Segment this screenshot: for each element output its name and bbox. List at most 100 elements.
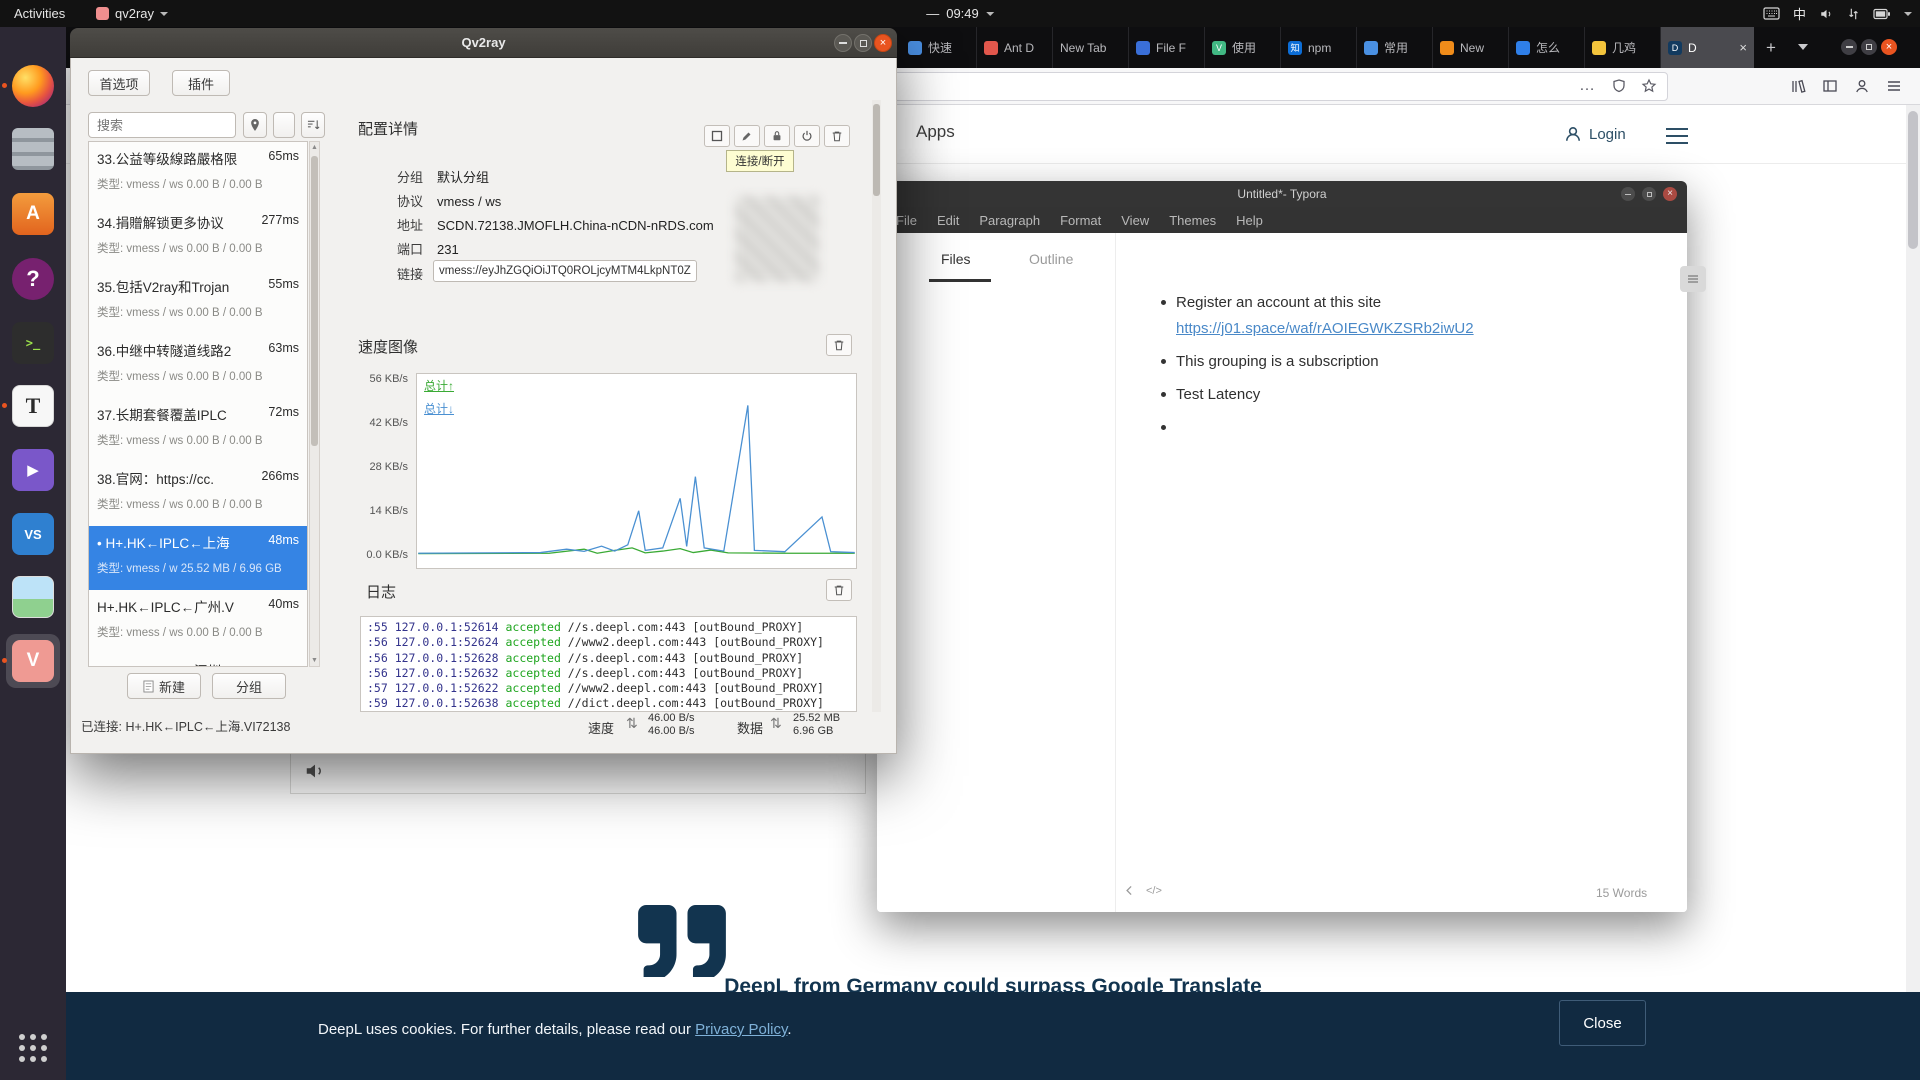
log-output[interactable]: :55 127.0.0.1:52614 accepted //s.deepl.c… <box>360 616 857 712</box>
browser-tab[interactable]: New <box>1433 27 1509 68</box>
dock-item-send-app[interactable]: ▶ <box>12 449 54 491</box>
shield-icon[interactable] <box>1606 72 1632 100</box>
share-link-input[interactable] <box>433 260 697 282</box>
latency-pin-button[interactable] <box>243 112 267 138</box>
page-widget[interactable] <box>1680 266 1706 292</box>
browser-tab[interactable]: 快速 <box>901 27 977 68</box>
server-list-item[interactable]: 37.长期套餐覆盖IPLC72ms类型: vmess / ws 0.00 B /… <box>89 398 307 462</box>
sort-button[interactable] <box>301 112 325 138</box>
maximize-button[interactable] <box>854 34 872 52</box>
tab-files[interactable]: Files <box>941 251 971 267</box>
close-button[interactable] <box>1663 187 1677 201</box>
bookmark-star-icon[interactable] <box>1636 72 1662 100</box>
group-button[interactable]: 分组 <box>212 673 286 699</box>
speaker-icon[interactable] <box>304 760 326 787</box>
menu-paragraph[interactable]: Paragraph <box>969 213 1050 228</box>
menu-themes[interactable]: Themes <box>1159 213 1226 228</box>
server-list-item[interactable]: H+.HK←IPLC←深圳 <box>89 654 307 667</box>
menu-hamburger-icon[interactable] <box>1881 73 1907 99</box>
close-button[interactable] <box>1881 39 1897 55</box>
clear-log-button[interactable] <box>826 579 852 601</box>
browser-tab[interactable]: File F <box>1129 27 1205 68</box>
system-tray[interactable]: 中 <box>1763 0 1912 27</box>
deepl-nav-apps[interactable]: Apps <box>916 122 955 142</box>
page-scrollbar[interactable] <box>1906 105 1920 992</box>
page-actions-icon[interactable]: … <box>1574 72 1600 100</box>
browser-tab[interactable]: 知npm <box>1281 27 1357 68</box>
cookie-close-button[interactable]: Close <box>1559 1000 1646 1046</box>
scrollbar-thumb[interactable] <box>311 156 318 446</box>
delete-config-button[interactable] <box>824 125 850 147</box>
scroll-down-icon[interactable]: ▼ <box>310 657 319 664</box>
dock-item-qv2ray[interactable]: V <box>12 640 54 682</box>
legend-item[interactable]: 总计↓ <box>424 400 454 417</box>
server-list-item[interactable]: • H+.HK←IPLC←上海48ms类型: vmess / w 25.52 M… <box>89 526 307 590</box>
typora-titlebar[interactable]: Untitled*- Typora <box>877 181 1687 207</box>
dock-item-terminal[interactable]: >_ <box>12 322 54 364</box>
minimize-button[interactable] <box>834 34 852 52</box>
qv2ray-titlebar[interactable]: Qv2ray <box>70 28 897 58</box>
menu-format[interactable]: Format <box>1050 213 1111 228</box>
legend-item[interactable]: 总计↑ <box>424 377 454 394</box>
privacy-policy-link[interactable]: Privacy Policy <box>695 1021 787 1038</box>
activities-button[interactable]: Activities <box>14 0 65 27</box>
new-tab-button[interactable]: + <box>1758 35 1784 61</box>
login-button[interactable]: Login <box>1564 125 1626 143</box>
tab-close-icon[interactable]: × <box>1739 40 1747 55</box>
account-icon[interactable] <box>1849 73 1875 99</box>
clear-graph-button[interactable] <box>826 334 852 356</box>
minimize-button[interactable] <box>1841 39 1857 55</box>
dock-item-vscode[interactable]: VS <box>12 513 54 555</box>
focused-app-menu[interactable]: qv2ray <box>96 0 168 27</box>
browser-tab[interactable]: 怎么 <box>1509 27 1585 68</box>
document-content[interactable]: Register an account at this sitehttps://… <box>1150 293 1630 451</box>
browser-tab[interactable]: 常用 <box>1357 27 1433 68</box>
hyperlink[interactable]: https://j01.space/waf/rAOIEGWKZSRb2iwU2 <box>1176 320 1474 337</box>
dock-item-help[interactable]: ? <box>12 258 54 300</box>
preferences-button[interactable]: 首选项 <box>88 70 150 96</box>
maximize-button[interactable] <box>1861 39 1877 55</box>
server-list-item[interactable]: H+.HK←IPLC←广州.V40ms类型: vmess / ws 0.00 B… <box>89 590 307 654</box>
dock-item-software[interactable]: A <box>12 193 54 235</box>
scroll-up-icon[interactable]: ▲ <box>310 144 319 151</box>
dock-item-photos[interactable] <box>12 576 54 618</box>
source-mode-icon[interactable]: </> <box>1146 885 1162 897</box>
server-list-scrollbar[interactable]: ▲ ▼ <box>309 141 320 667</box>
maximize-button[interactable] <box>1642 187 1656 201</box>
sidebar-icon[interactable] <box>1817 73 1843 99</box>
new-config-button[interactable]: 新建 <box>127 673 201 699</box>
server-list-item[interactable]: 35.包括V2ray和Trojan55ms类型: vmess / ws 0.00… <box>89 270 307 334</box>
connect-disconnect-button[interactable] <box>794 125 820 147</box>
server-list[interactable]: 33.公益等级線路嚴格限65ms类型: vmess / ws 0.00 B / … <box>88 141 308 667</box>
browser-tab[interactable]: 几鸡 <box>1585 27 1661 68</box>
scrollbar-thumb[interactable] <box>873 104 880 196</box>
tab-outline[interactable]: Outline <box>1029 251 1073 267</box>
menu-help[interactable]: Help <box>1226 213 1273 228</box>
server-list-item[interactable]: 33.公益等级線路嚴格限65ms类型: vmess / ws 0.00 B / … <box>89 142 307 206</box>
deepl-menu-icon[interactable] <box>1666 128 1688 149</box>
server-list-item[interactable]: 34.捐贈解锁更多协议277ms类型: vmess / ws 0.00 B / … <box>89 206 307 270</box>
show-applications-icon[interactable] <box>19 1034 49 1064</box>
json-edit-button[interactable] <box>764 125 790 147</box>
browser-tab[interactable]: V使用 <box>1205 27 1281 68</box>
blank-tool-button[interactable] <box>273 112 295 138</box>
dock-item-typora[interactable]: T <box>12 385 54 427</box>
close-button[interactable] <box>874 34 892 52</box>
menu-view[interactable]: View <box>1111 213 1159 228</box>
qr-button[interactable] <box>704 125 730 147</box>
minimize-button[interactable] <box>1621 187 1635 201</box>
browser-tab[interactable]: New Tab <box>1053 27 1129 68</box>
library-icon[interactable] <box>1785 73 1811 99</box>
browser-tab[interactable]: DD× <box>1661 27 1754 68</box>
scrollbar-thumb[interactable] <box>1908 111 1918 249</box>
edit-button[interactable] <box>734 125 760 147</box>
search-input[interactable] <box>88 112 236 138</box>
server-list-item[interactable]: 38.官网：https://cc.266ms类型: vmess / ws 0.0… <box>89 462 307 526</box>
tab-overflow-chevron-icon[interactable] <box>1798 44 1808 50</box>
browser-tab[interactable]: Ant D <box>977 27 1053 68</box>
server-list-item[interactable]: 36.中继中转隧道线路263ms类型: vmess / ws 0.00 B / … <box>89 334 307 398</box>
dock-item-files[interactable] <box>12 128 54 170</box>
sidebar-toggle-icon[interactable] <box>1123 884 1136 897</box>
menu-edit[interactable]: Edit <box>927 213 969 228</box>
dock-item-firefox[interactable] <box>12 65 54 107</box>
